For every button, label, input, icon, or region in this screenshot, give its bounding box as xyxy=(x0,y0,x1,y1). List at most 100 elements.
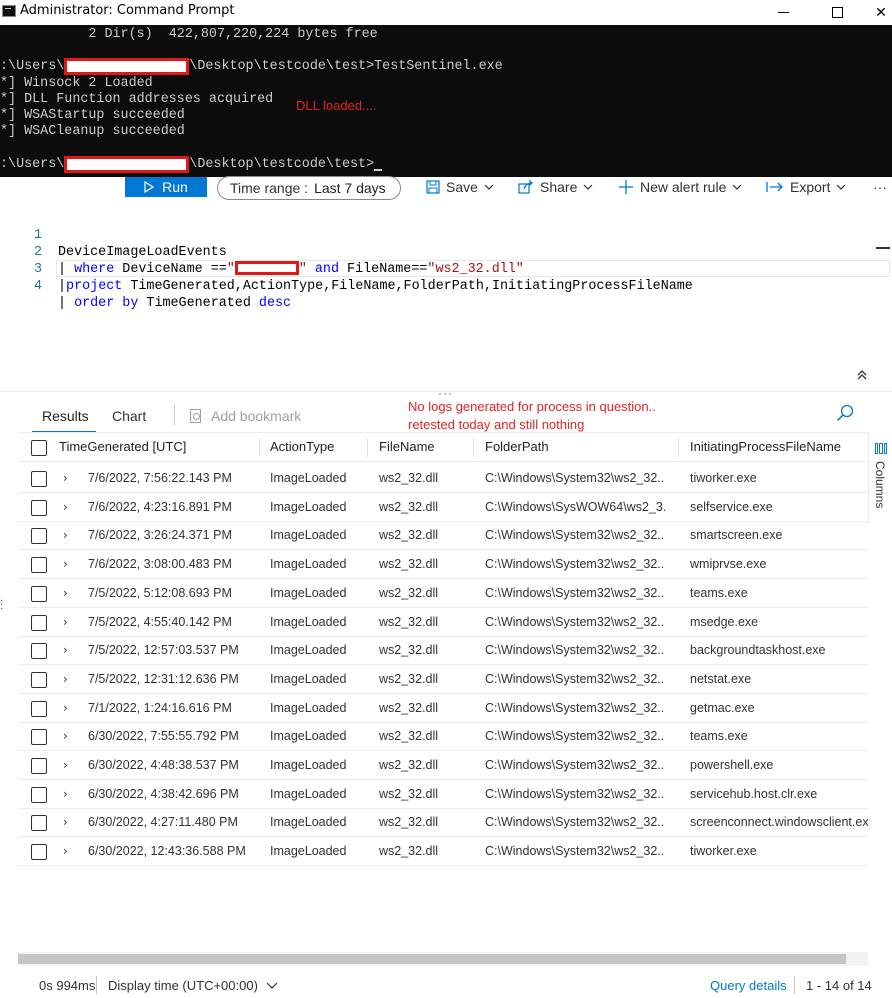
chevron-right-icon[interactable]: › xyxy=(63,665,68,693)
cmd-title-bar[interactable]: Administrator: Command Prompt ✕ xyxy=(0,0,892,25)
row-checkbox[interactable] xyxy=(31,557,47,574)
column-header-folderpath[interactable]: FolderPath xyxy=(485,433,665,461)
column-header-filename[interactable]: FileName xyxy=(379,433,479,461)
cell-actiontype: ImageLoaded xyxy=(270,729,347,744)
left-edge-handle-icon[interactable]: · · · xyxy=(0,597,3,615)
cell-actiontype: ImageLoaded xyxy=(270,786,347,801)
cell-initiatingprocessfilename: wmiprvse.exe xyxy=(690,557,767,572)
table-row[interactable]: › 7/6/2022, 3:26:24.371 PM ImageLoaded ws2_… xyxy=(18,521,868,551)
chevron-right-icon[interactable]: › xyxy=(63,493,68,521)
more-options-button[interactable]: ··· xyxy=(873,177,887,197)
search-icon[interactable] xyxy=(836,404,854,422)
tab-results[interactable]: Results xyxy=(42,408,89,424)
column-header-timegenerated[interactable]: TimeGenerated [UTC] xyxy=(59,433,259,461)
table-row[interactable]: › 7/1/2022, 1:24:16.616 PM ImageLoaded ws2_… xyxy=(18,694,868,723)
console-prompt-text: \Desktop\testcode\test> xyxy=(189,157,375,172)
maximize-button[interactable] xyxy=(814,0,860,25)
query-details-link[interactable]: Query details xyxy=(710,978,787,993)
cell-folderpath: C:\Windows\System32\ws2_32.... xyxy=(485,786,665,801)
console-output[interactable]: 2 Dir(s) 422,807,220,224 bytes free :\Us… xyxy=(0,25,892,177)
select-all-checkbox[interactable] xyxy=(31,440,47,456)
minimize-button[interactable] xyxy=(760,0,806,25)
table-row[interactable]: › 6/30/2022, 4:38:42.696 PM ImageLoaded ws2… xyxy=(18,780,868,809)
cell-initiatingprocessfilename: teams.exe xyxy=(690,729,748,744)
chevron-right-icon[interactable]: › xyxy=(63,521,68,549)
chevron-right-icon[interactable]: › xyxy=(63,636,68,664)
chevron-right-icon[interactable]: › xyxy=(63,694,68,722)
query-editor[interactable]: 1 DeviceImageLoadEvents 2 | where Device… xyxy=(0,201,892,391)
cell-initiatingprocessfilename: servicehub.host.clr.exe xyxy=(690,786,818,801)
cell-initiatingprocessfilename: msedge.exe xyxy=(690,614,759,629)
column-divider[interactable] xyxy=(367,439,368,457)
columns-panel-toggle[interactable]: Columns xyxy=(868,433,892,523)
share-button[interactable]: Share xyxy=(518,177,593,197)
row-checkbox[interactable] xyxy=(31,671,47,688)
horizontal-scrollbar[interactable] xyxy=(18,952,868,966)
cell-timegenerated: 7/6/2022, 7:56:22.143 PM xyxy=(88,471,232,485)
chevron-right-icon[interactable]: › xyxy=(63,464,68,492)
export-label: Export xyxy=(790,179,831,195)
add-bookmark-button[interactable]: Add bookmark xyxy=(190,408,301,424)
pipe-token: | xyxy=(58,296,75,311)
chevron-right-icon[interactable]: › xyxy=(63,550,68,578)
column-header-actiontype[interactable]: ActionType xyxy=(270,433,370,461)
close-button[interactable]: ✕ xyxy=(858,0,892,25)
cell-initiatingprocessfilename: tiworker.exe xyxy=(690,471,757,485)
chevron-right-icon[interactable]: › xyxy=(63,608,68,636)
table-row[interactable]: › 6/30/2022, 4:27:11.480 PM ImageLoaded ws2… xyxy=(18,808,868,838)
table-row[interactable]: › 6/30/2022, 12:43:36.588 PM ImageLoaded ws… xyxy=(18,837,868,867)
row-checkbox[interactable] xyxy=(31,700,47,717)
display-time-dropdown[interactable]: Display time (UTC+00:00) xyxy=(108,978,278,993)
row-checkbox[interactable] xyxy=(31,585,47,602)
columns-label: Columns xyxy=(873,461,887,509)
cell-folderpath: C:\Windows\SysWOW64\ws2_3... xyxy=(485,499,665,514)
table-row[interactable]: › 7/6/2022, 3:08:00.483 PM ImageLoaded ws2_… xyxy=(18,550,868,580)
row-checkbox[interactable] xyxy=(31,643,47,660)
chevron-right-icon[interactable]: › xyxy=(63,751,68,779)
row-checkbox[interactable] xyxy=(31,528,47,545)
chevron-right-icon[interactable]: › xyxy=(63,780,68,808)
table-row[interactable]: › 7/5/2022, 12:31:12.636 PM ImageLoaded ws2… xyxy=(18,665,868,694)
chevron-right-icon[interactable]: › xyxy=(63,837,68,865)
export-button[interactable]: Export xyxy=(766,177,846,197)
row-checkbox[interactable] xyxy=(31,471,47,487)
cell-filename: ws2_32.dll xyxy=(379,786,439,801)
table-row[interactable]: › 7/6/2022, 7:56:22.143 PM ImageLoaded ws2_… xyxy=(18,464,868,493)
table-row[interactable]: › 7/5/2022, 12:57:03.537 PM ImageLoaded ws2… xyxy=(18,636,868,666)
save-button[interactable]: Save xyxy=(426,177,494,197)
editor-line: 4 | order by TimeGenerated desc xyxy=(0,261,892,311)
time-range-picker[interactable]: Time range : Last 7 days xyxy=(217,176,401,200)
cell-actiontype: ImageLoaded xyxy=(270,585,347,600)
bookmark-icon xyxy=(190,409,201,423)
tab-chart[interactable]: Chart xyxy=(112,408,146,424)
row-checkbox[interactable] xyxy=(31,614,47,631)
column-header-initiatingprocessfilename[interactable]: InitiatingProcessFileName xyxy=(690,433,868,461)
row-checkbox[interactable] xyxy=(31,786,47,803)
console-line-dirs: 2 Dir(s) 422,807,220,224 bytes free xyxy=(0,27,378,42)
row-checkbox[interactable] xyxy=(31,758,47,774)
row-checkbox[interactable] xyxy=(31,815,47,832)
scrollbar-thumb[interactable] xyxy=(18,954,846,964)
row-checkbox[interactable] xyxy=(31,844,47,861)
chevron-right-icon[interactable]: › xyxy=(63,722,68,750)
column-divider[interactable] xyxy=(473,439,474,457)
row-checkbox[interactable] xyxy=(31,729,47,746)
chevron-right-icon[interactable]: › xyxy=(63,579,68,607)
chevron-right-icon[interactable]: › xyxy=(63,808,68,836)
table-row[interactable]: › 6/30/2022, 7:55:55.792 PM ImageLoaded ws2… xyxy=(18,722,868,752)
row-checkbox[interactable] xyxy=(31,499,47,516)
cell-folderpath: C:\Windows\System32\ws2_32.... xyxy=(485,671,665,686)
cell-filename: ws2_32.dll xyxy=(379,729,439,744)
column-divider[interactable] xyxy=(678,439,679,457)
table-row[interactable]: › 7/5/2022, 4:55:40.142 PM ImageLoaded ws2_… xyxy=(18,608,868,637)
new-alert-rule-button[interactable]: New alert rule xyxy=(618,177,742,197)
run-button[interactable]: Run xyxy=(125,177,207,197)
collapse-editor-icon[interactable] xyxy=(856,369,868,381)
table-row[interactable]: › 7/5/2022, 5:12:08.693 PM ImageLoaded ws2_… xyxy=(18,579,868,608)
cell-filename: ws2_32.dll xyxy=(379,758,439,772)
table-row[interactable]: › 7/6/2022, 4:23:16.891 PM ImageLoaded ws2_… xyxy=(18,493,868,522)
column-divider[interactable] xyxy=(259,439,260,457)
divider xyxy=(794,976,795,994)
table-row[interactable]: › 6/30/2022, 4:48:38.537 PM ImageLoaded ws2… xyxy=(18,751,868,780)
editor-line: 1 DeviceImageLoadEvents xyxy=(0,210,892,260)
